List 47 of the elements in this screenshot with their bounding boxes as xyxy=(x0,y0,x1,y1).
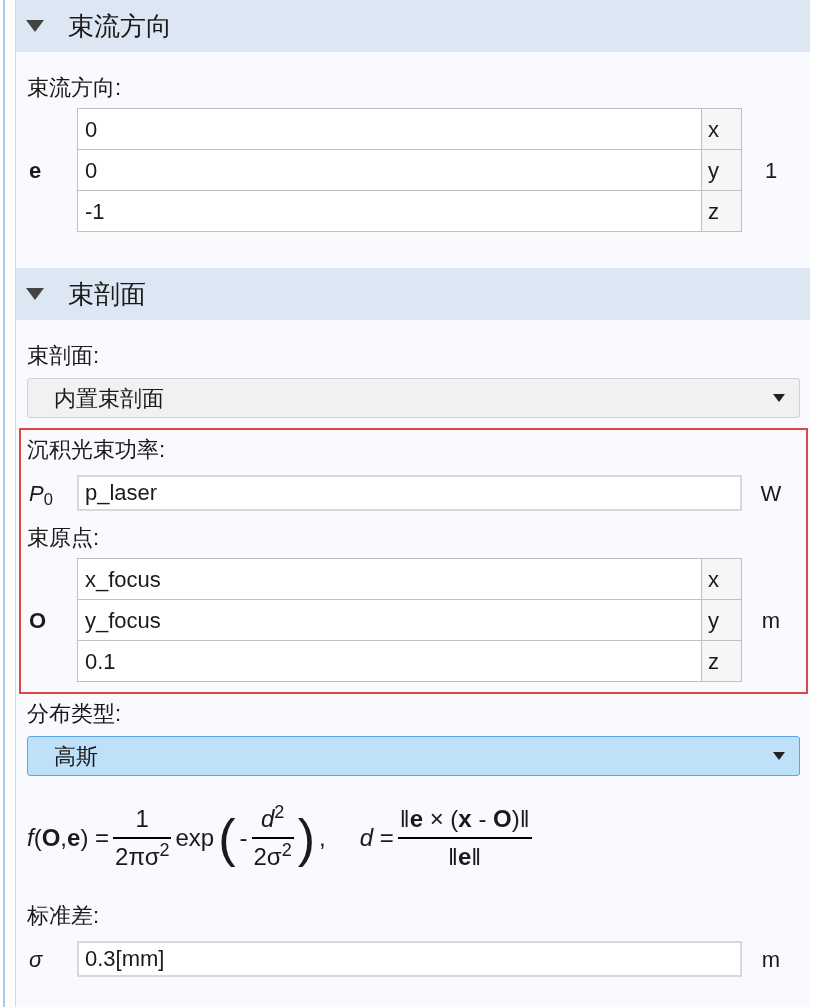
denominator: 2πσ$^{2}$ xyxy=(114,839,171,872)
vector-symbol: O xyxy=(28,606,48,635)
numerator: 1 xyxy=(134,804,150,834)
axis-label: y xyxy=(702,599,742,641)
formula-text: - xyxy=(239,823,248,853)
field-label: 束剖面: xyxy=(27,341,101,370)
field-label: 束流方向: xyxy=(27,73,123,102)
dropdown[interactable]: 高斯 xyxy=(27,736,800,776)
triangle-icon xyxy=(26,288,44,300)
scalar-symbol: P$_{0}$ xyxy=(28,479,54,510)
value-field[interactable]: p_laser xyxy=(77,475,742,511)
vector-symbol: e xyxy=(28,156,43,185)
component-field[interactable]: 0.1 xyxy=(77,640,702,682)
caret-icon xyxy=(773,394,785,402)
dropdown[interactable]: 内置束剖面 xyxy=(27,378,800,418)
component-field[interactable]: -1 xyxy=(77,190,702,232)
formula-text: f(O,e) = xyxy=(27,823,110,853)
unit-label: W xyxy=(759,479,783,508)
field-label: 沉积光束功率: xyxy=(27,435,167,464)
axis-label: z xyxy=(702,190,742,232)
axis-label: z xyxy=(702,640,742,682)
field-label: 分布类型: xyxy=(27,699,123,728)
numerator: ‖e × (x - O)‖ xyxy=(398,804,531,834)
formula-text: , xyxy=(319,823,326,853)
axis-label: y xyxy=(702,149,742,191)
triangle-icon xyxy=(26,20,44,32)
value-field[interactable]: 0.3[mm] xyxy=(77,941,742,977)
section-header[interactable]: 束流方向 xyxy=(16,0,810,52)
scalar-symbol: σ xyxy=(28,945,44,974)
component-field[interactable]: y_focus xyxy=(77,599,702,641)
field-label: 标准差: xyxy=(27,901,101,930)
axis-label: x xyxy=(702,558,742,600)
component-field[interactable]: 0 xyxy=(77,149,702,191)
axis-label: x xyxy=(702,108,742,150)
unit-label: m xyxy=(760,606,782,635)
unit-label: m xyxy=(760,945,782,974)
field-label: 束原点: xyxy=(27,523,101,552)
component-field[interactable]: 0 xyxy=(77,108,702,150)
component-field[interactable]: x_focus xyxy=(77,558,702,600)
denominator: 2σ$^{2}$ xyxy=(252,839,293,872)
denominator: ‖e‖ xyxy=(447,842,483,872)
formula-text: exp xyxy=(175,823,215,853)
section-header[interactable]: 束剖面 xyxy=(16,268,810,320)
numerator: d$^{2}$ xyxy=(259,801,286,834)
unit-label: 1 xyxy=(763,156,779,185)
caret-icon xyxy=(773,752,785,760)
formula-text: d = xyxy=(359,823,394,853)
